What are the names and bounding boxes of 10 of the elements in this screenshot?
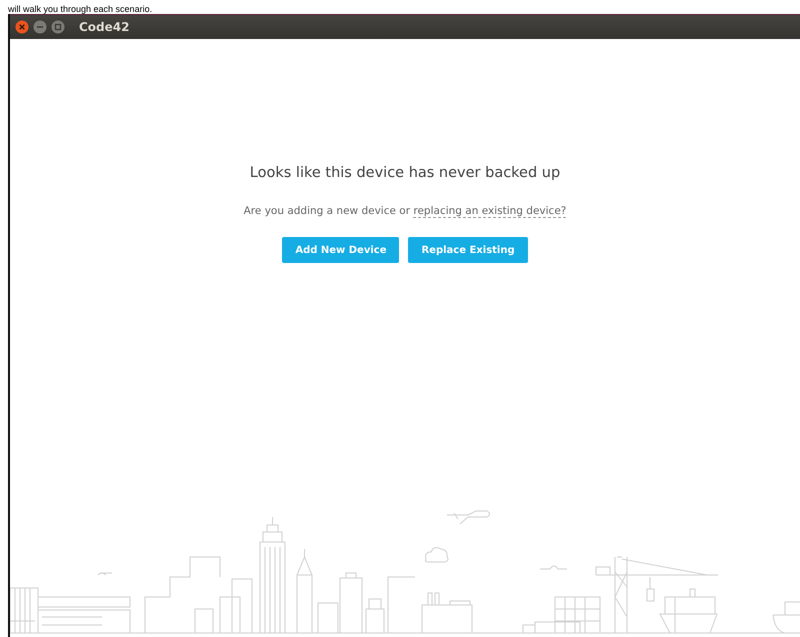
- maximize-icon[interactable]: [51, 20, 65, 34]
- page-text: will walk you through each scenario.: [8, 4, 152, 14]
- heading: Looks like this device has never backed up: [250, 165, 560, 181]
- action-button[interactable]: Add New Device: [282, 237, 400, 263]
- replace-device-link[interactable]: replacing an existing device?: [413, 205, 566, 218]
- window-title: Code42: [79, 20, 130, 34]
- close-icon[interactable]: [15, 20, 29, 34]
- action-button[interactable]: Replace Existing: [408, 237, 528, 263]
- minimize-icon[interactable]: [33, 20, 47, 34]
- question-text: Are you adding a new device or replacing an existing device?: [244, 205, 566, 217]
